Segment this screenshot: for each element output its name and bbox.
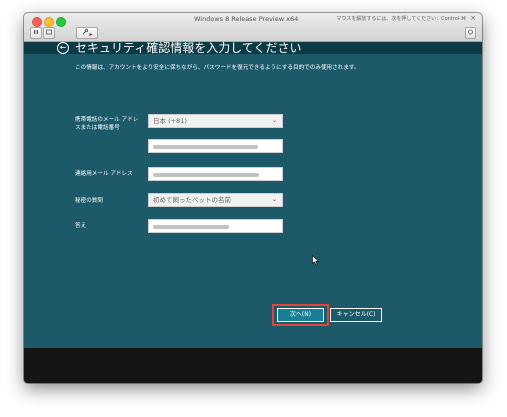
- contact-email-label: 連絡用メール アドレス: [75, 171, 133, 177]
- country-code-select[interactable]: 日本 (+81) ⌄: [148, 114, 283, 128]
- pause-icon: [34, 30, 38, 34]
- cancel-button[interactable]: キャンセル(C): [330, 308, 382, 322]
- redacted-phone-value: [153, 145, 258, 149]
- answer-input[interactable]: [148, 219, 283, 233]
- close-window-icon[interactable]: [32, 17, 42, 27]
- redacted-answer-value: [153, 225, 229, 229]
- back-arrow-glyph: ←: [59, 43, 67, 52]
- chevron-down-icon: ⌄: [271, 117, 277, 124]
- pause-button[interactable]: [30, 27, 42, 39]
- snapshot-icon: [46, 29, 52, 35]
- secret-question-select[interactable]: 初めて飼ったペットの名前 ⌄: [148, 193, 283, 207]
- resize-icon: [468, 29, 473, 35]
- snapshot-button[interactable]: [43, 27, 55, 39]
- page-description: この情報は、アカウントをより安全に保ちながら、パスワードを復元できるようにする目…: [75, 65, 360, 71]
- back-arrow-icon[interactable]: ←: [57, 42, 69, 54]
- hint-close-icon[interactable]: ×: [470, 14, 476, 22]
- phone-label-line1: 携帯電話のメール アドレ: [75, 117, 139, 123]
- country-code-value: 日本 (+81): [153, 117, 187, 125]
- chevron-down-icon: ⌄: [271, 196, 277, 203]
- phone-number-input[interactable]: [148, 139, 283, 153]
- mouse-cursor-icon: [312, 255, 320, 266]
- mouse-release-hint: マウスを解放するには、次を押してください：Control-⌘: [336, 16, 466, 22]
- secret-question-label: 秘密の質問: [75, 198, 103, 204]
- resize-button[interactable]: [465, 27, 476, 39]
- contact-email-input[interactable]: [148, 167, 283, 181]
- title-bar: Windows 8 Release Preview x64 マウスを解放するには…: [24, 13, 482, 42]
- page-title: セキュリティ確認情報を入力してください: [75, 41, 302, 55]
- window-title: Windows 8 Release Preview x64: [194, 15, 299, 23]
- tools-arrow-icon: ▸: [89, 31, 93, 38]
- redacted-email-value: [153, 173, 259, 177]
- screen-bottom-band: [24, 348, 482, 383]
- phone-label: 携帯電話のメール アドレ スまたは電話番号: [75, 116, 138, 132]
- zoom-window-icon[interactable]: [56, 17, 66, 27]
- answer-label: 答え: [75, 223, 87, 229]
- phone-label-line2: スまたは電話番号: [75, 125, 120, 131]
- tools-button[interactable]: ▸: [76, 27, 98, 39]
- secret-question-value: 初めて飼ったペットの名前: [153, 196, 231, 204]
- minimize-window-icon[interactable]: [44, 17, 54, 27]
- next-button[interactable]: 次へ(N): [277, 308, 324, 322]
